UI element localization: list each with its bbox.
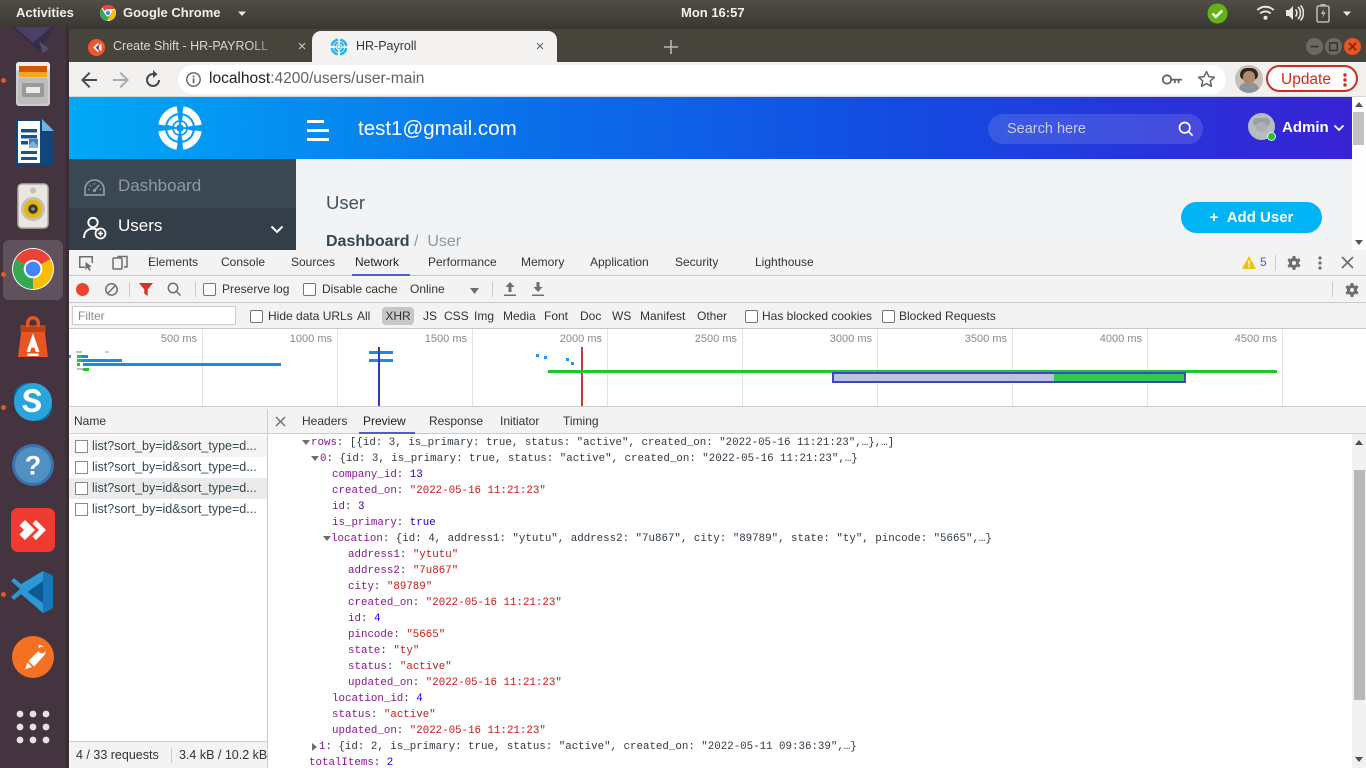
svg-text:?: ? xyxy=(25,451,42,481)
